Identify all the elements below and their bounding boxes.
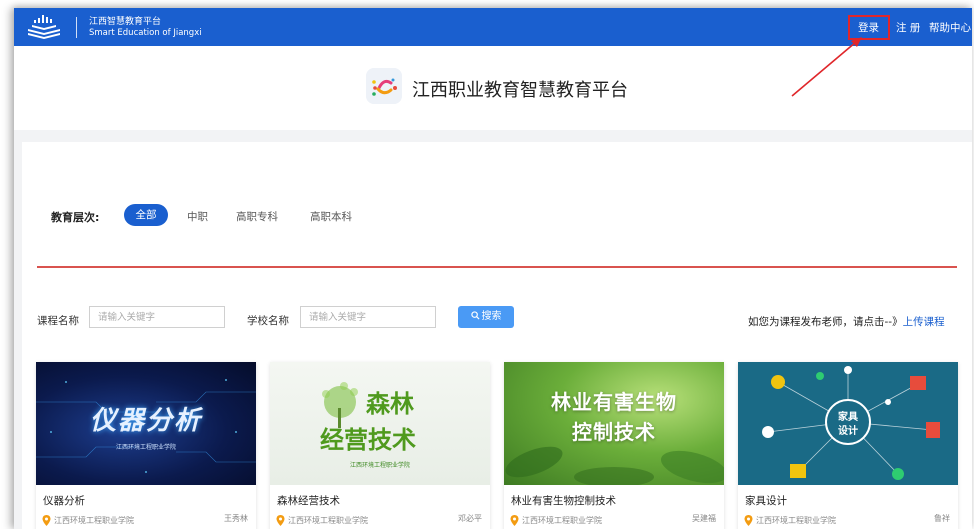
filter-option-all[interactable]: 全部: [124, 204, 168, 226]
login-link[interactable]: 登录: [858, 20, 879, 35]
register-link[interactable]: 注 册: [896, 20, 920, 35]
upload-course-link[interactable]: 上传课程: [903, 316, 945, 328]
filter-option-vocational-undergraduate[interactable]: 高职本科: [310, 209, 352, 224]
upload-hint-text: 如您为课程发布老师，请点击--》: [748, 316, 903, 328]
course-teacher: 王秀林: [224, 514, 248, 523]
course-card-furniture-design[interactable]: 家具 设计 家具设计 江西环境工程职业学院 鲁祥: [738, 362, 958, 529]
thumbnail-title-1: 林业有害生物: [551, 390, 677, 414]
course-teacher: 鲁祥: [934, 514, 950, 523]
thumbnail-title: 仪器分析: [89, 406, 202, 436]
course-title[interactable]: 林业有害生物控制技术: [511, 493, 616, 508]
course-teacher: 邓必平: [458, 514, 482, 523]
course-thumbnail: 家具 设计: [738, 362, 958, 485]
brand-name-cn: 江西智慧教育平台: [89, 17, 162, 27]
location-pin-icon: [744, 515, 753, 526]
browser-frame: 江西智慧教育平台 Smart Education of Jiangxi 登录 注…: [14, 8, 972, 529]
logo-divider: [76, 17, 77, 38]
course-title[interactable]: 家具设计: [745, 493, 787, 508]
upload-hint: 如您为课程发布老师，请点击--》上传课程: [748, 314, 945, 329]
thumbnail-subtitle: 江西环境工程职业学院: [115, 444, 176, 451]
course-thumbnail: 林业有害生物 控制技术: [504, 362, 724, 485]
course-card-forest-pest-control[interactable]: 林业有害生物 控制技术 林业有害生物控制技术 江西环境工程职业学院 吴建福: [504, 362, 724, 529]
search-button-label: 搜索: [481, 311, 502, 322]
filter-option-higher-vocational[interactable]: 高职专科: [236, 209, 278, 224]
course-school: 江西环境工程职业学院: [54, 516, 134, 525]
course-name-input[interactable]: [89, 306, 225, 328]
location-pin-icon: [510, 515, 519, 526]
filter-label: 教育层次:: [51, 211, 100, 224]
thumbnail-title-2: 经营技术: [320, 426, 416, 454]
search-bar: 课程名称 学校名称 搜索 如您为课程发布老师，请点击--》上传课程: [22, 306, 972, 336]
platform-header: 江西职业教育智慧教育平台: [14, 46, 972, 130]
course-school: 江西环境工程职业学院: [756, 516, 836, 525]
course-title[interactable]: 森林经营技术: [277, 493, 340, 508]
course-card-instrument-analysis[interactable]: 仪器分析 江西环境工程职业学院 仪器分析 江西环境工程职业学院 王秀林: [36, 362, 256, 529]
search-button[interactable]: 搜索: [458, 306, 514, 328]
course-teacher: 吴建福: [692, 514, 716, 523]
thumbnail-title-1: 家具: [838, 412, 858, 423]
books-logo-icon[interactable]: [24, 13, 64, 41]
platform-logo-icon: [366, 68, 402, 104]
course-thumbnail: 森林 经营技术 江西环境工程职业学院: [270, 362, 490, 485]
course-list: 仪器分析 江西环境工程职业学院 仪器分析 江西环境工程职业学院 王秀林 森林 经…: [36, 362, 972, 529]
school-name-input[interactable]: [300, 306, 436, 328]
location-pin-icon: [276, 515, 285, 526]
top-navbar: 江西智慧教育平台 Smart Education of Jiangxi: [14, 8, 972, 46]
filter-option-secondary[interactable]: 中职: [187, 209, 208, 224]
brand-name-en: Smart Education of Jiangxi: [89, 28, 202, 38]
help-center-link[interactable]: 帮助中心: [929, 20, 971, 35]
search-icon: [470, 311, 480, 320]
location-pin-icon: [42, 515, 51, 526]
course-title[interactable]: 仪器分析: [43, 493, 85, 508]
course-panel: 教育层次: 全部 中职 高职专科 高职本科 课程名称 学校名称 搜索 如您为课程…: [22, 142, 972, 529]
course-school: 江西环境工程职业学院: [522, 516, 602, 525]
thumbnail-title-2: 控制技术: [572, 420, 656, 444]
thumbnail-title-1: 森林: [366, 390, 414, 418]
course-card-forest-management[interactable]: 森林 经营技术 江西环境工程职业学院 森林经营技术 江西环境工程职业学院 邓必平: [270, 362, 490, 529]
thumbnail-title-2: 设计: [838, 426, 858, 437]
course-school: 江西环境工程职业学院: [288, 516, 368, 525]
school-name-label: 学校名称: [247, 315, 289, 327]
platform-title: 江西职业教育智慧教育平台: [412, 80, 628, 101]
thumbnail-subtitle: 江西环境工程职业学院: [349, 462, 410, 469]
course-thumbnail: 仪器分析 江西环境工程职业学院: [36, 362, 256, 485]
education-level-filter: 教育层次: 全部 中职 高职专科 高职本科: [37, 194, 957, 268]
course-name-label: 课程名称: [37, 315, 79, 327]
